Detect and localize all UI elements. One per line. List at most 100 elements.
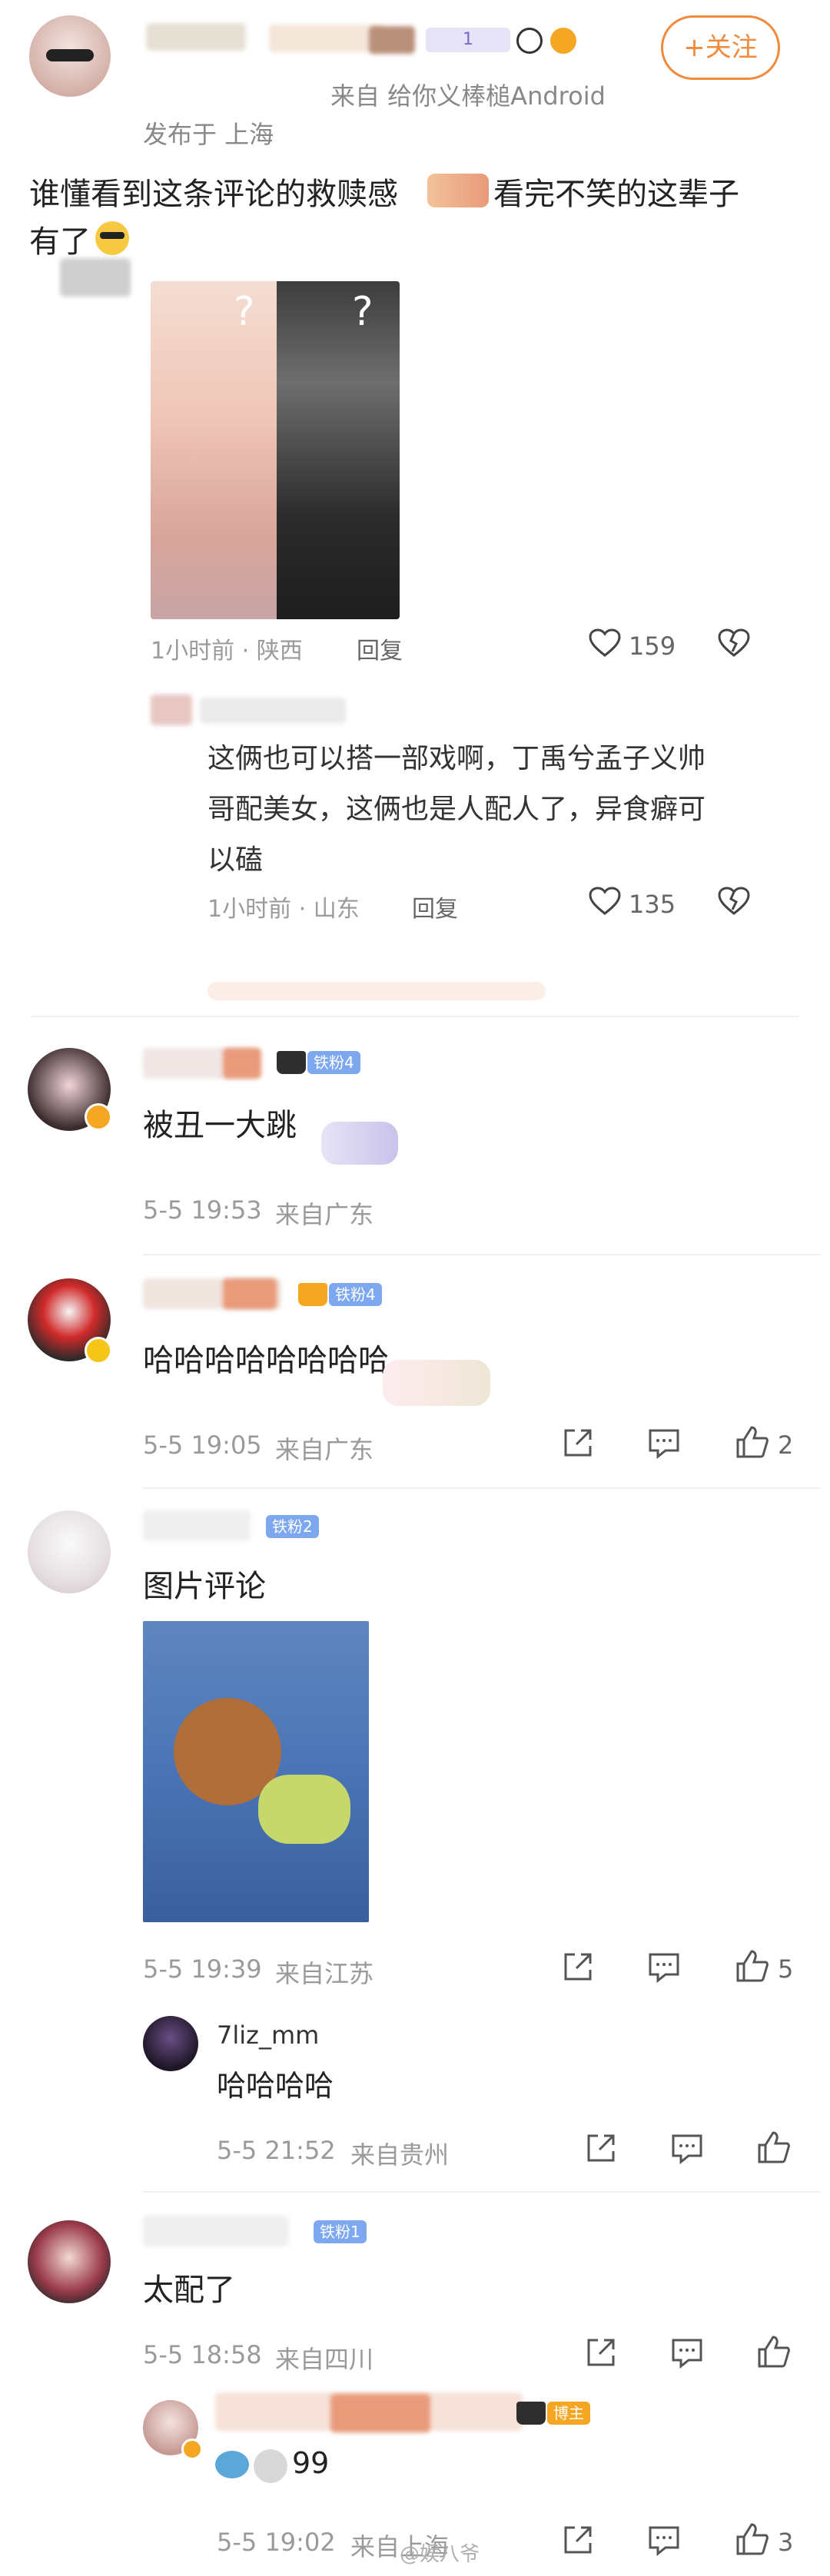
fan-badge: 铁粉4 (307, 1051, 360, 1074)
actress-photo (151, 281, 277, 619)
comment-icon[interactable] (670, 2131, 704, 2165)
username-blur (143, 1510, 251, 1541)
comment-location: 来自四川 (275, 2345, 374, 2374)
crown-icon (298, 1283, 327, 1306)
verified-icon (181, 2438, 203, 2460)
username-blur (330, 2394, 430, 2432)
share-icon[interactable] (584, 2131, 618, 2165)
reply-avatar[interactable] (143, 2016, 198, 2071)
watermark: @娱八爷 (400, 2543, 480, 2566)
question-mark-icon: ? (234, 289, 255, 335)
quoted-reply-likes: 135 (629, 890, 676, 919)
quoted-meta: 1小时前 · 陕西 (151, 638, 303, 665)
post-source: 来自 给你义棒槌Android (330, 81, 606, 111)
crown-icon (277, 1051, 306, 1074)
comment-avatar[interactable] (28, 2220, 111, 2303)
like-count: 2 (778, 1431, 794, 1460)
share-icon[interactable] (561, 2523, 595, 2557)
comment-text: 图片评论 (143, 1569, 266, 1604)
thumbs-up-icon[interactable] (756, 2334, 792, 2369)
quoted-reply-text-1: 这俩也可以搭一部戏啊，丁禹兮孟子义帅 (208, 743, 706, 774)
divider (143, 1254, 821, 1255)
quoted-comment-image[interactable]: ? ? (151, 281, 400, 619)
reply-time: 5-5 21:52 (217, 2136, 336, 2165)
crown-icon (516, 2402, 546, 2425)
broken-heart-icon[interactable] (718, 628, 750, 658)
question-mark-icon: ? (352, 289, 374, 335)
comment-image[interactable] (143, 1621, 369, 1922)
fish-icon (550, 28, 576, 54)
sticker (383, 1360, 490, 1406)
reply-text: 99 (292, 2446, 330, 2480)
reply-username-blur (200, 698, 346, 724)
comment-text: 被丑一大跳 (143, 1108, 297, 1143)
divider (143, 1487, 821, 1489)
username-blur (143, 2216, 289, 2246)
fan-badge: 铁粉2 (266, 1515, 319, 1538)
username-blur (223, 1048, 261, 1079)
fan-badge: 铁粉4 (329, 1283, 382, 1306)
post-text-line2: 有了 (29, 224, 91, 260)
heart-icon[interactable] (589, 628, 621, 658)
comment-time: 5-5 19:39 (143, 1954, 262, 1984)
comment-icon[interactable] (647, 2523, 681, 2557)
actor-photo (277, 281, 400, 619)
username-blur (369, 26, 415, 54)
like-count: 5 (778, 1954, 794, 1984)
thumbs-up-icon[interactable] (735, 1424, 770, 1460)
comment-icon[interactable] (670, 2336, 704, 2369)
share-icon[interactable] (561, 1426, 595, 1460)
thumbs-up-icon[interactable] (735, 1948, 770, 1984)
like-count: 3 (778, 2528, 794, 2557)
post-author-avatar[interactable] (29, 15, 111, 97)
share-icon[interactable] (561, 1950, 595, 1984)
comment-time: 5-5 19:53 (143, 1195, 262, 1225)
verified-icon (85, 1103, 112, 1131)
username-blur (146, 23, 246, 51)
username-blur (269, 25, 384, 52)
post-text-line1b: 看完不笑的这辈子 (493, 177, 739, 212)
quoted-likes: 159 (629, 632, 676, 661)
reply-location: 来自贵州 (350, 2140, 450, 2170)
comment-time: 5-5 18:58 (143, 2340, 262, 2369)
post-text-line1: 谁懂看到这条评论的救赎感 (29, 177, 398, 212)
quoted-reply-button[interactable]: 回复 (357, 632, 403, 665)
reply-text: 哈哈哈哈 (217, 2069, 334, 2103)
thumbs-up-icon[interactable] (756, 2130, 792, 2165)
level-badge: 1 (426, 28, 510, 52)
signature-sticker (321, 1122, 398, 1165)
fish-tail (258, 1775, 350, 1844)
reply-time: 5-5 19:02 (217, 2528, 336, 2557)
panda-icon (516, 28, 543, 54)
verified-icon (85, 1337, 112, 1364)
comment-location: 来自江苏 (275, 1959, 374, 1988)
comment-avatar[interactable] (28, 1510, 111, 1593)
divider (31, 1016, 799, 1017)
comment-icon[interactable] (647, 1950, 681, 1984)
share-icon[interactable] (584, 2336, 618, 2369)
sunglasses-icon (46, 49, 94, 61)
reply-avatar-blur (151, 695, 192, 725)
quoted-reply-text-3: 以磕 (208, 844, 264, 876)
faded-element (208, 982, 546, 1000)
username-blur (223, 1278, 277, 1309)
quoted-reply-text-2: 哥配美女，这俩也是人配人了，异食癖可 (208, 794, 706, 825)
comment-location: 来自广东 (275, 1435, 374, 1464)
quoted-reply-meta: 1小时前 · 山东 (208, 896, 360, 923)
author-badge: 博主 (547, 2402, 590, 2425)
follow-button[interactable]: +关注 (661, 15, 780, 80)
quoted-reply-reply-button[interactable]: 回复 (412, 890, 458, 923)
reply-username[interactable]: 7liz_mm (217, 2021, 319, 2050)
heart-icon[interactable] (589, 887, 621, 916)
comment-text: 太配了 (143, 2273, 235, 2308)
quoted-username-blur (60, 258, 131, 297)
cool-face-icon (95, 221, 129, 255)
divider (143, 2191, 821, 2193)
post-published: 发布于 上海 (143, 120, 274, 149)
broken-heart-icon[interactable] (718, 887, 750, 916)
comment-location: 来自广东 (275, 1200, 374, 1229)
fan-badge: 铁粉1 (314, 2220, 367, 2243)
thumbs-up-icon[interactable] (735, 2521, 770, 2557)
couple-emoji-icon (427, 174, 489, 207)
comment-icon[interactable] (647, 1426, 681, 1460)
